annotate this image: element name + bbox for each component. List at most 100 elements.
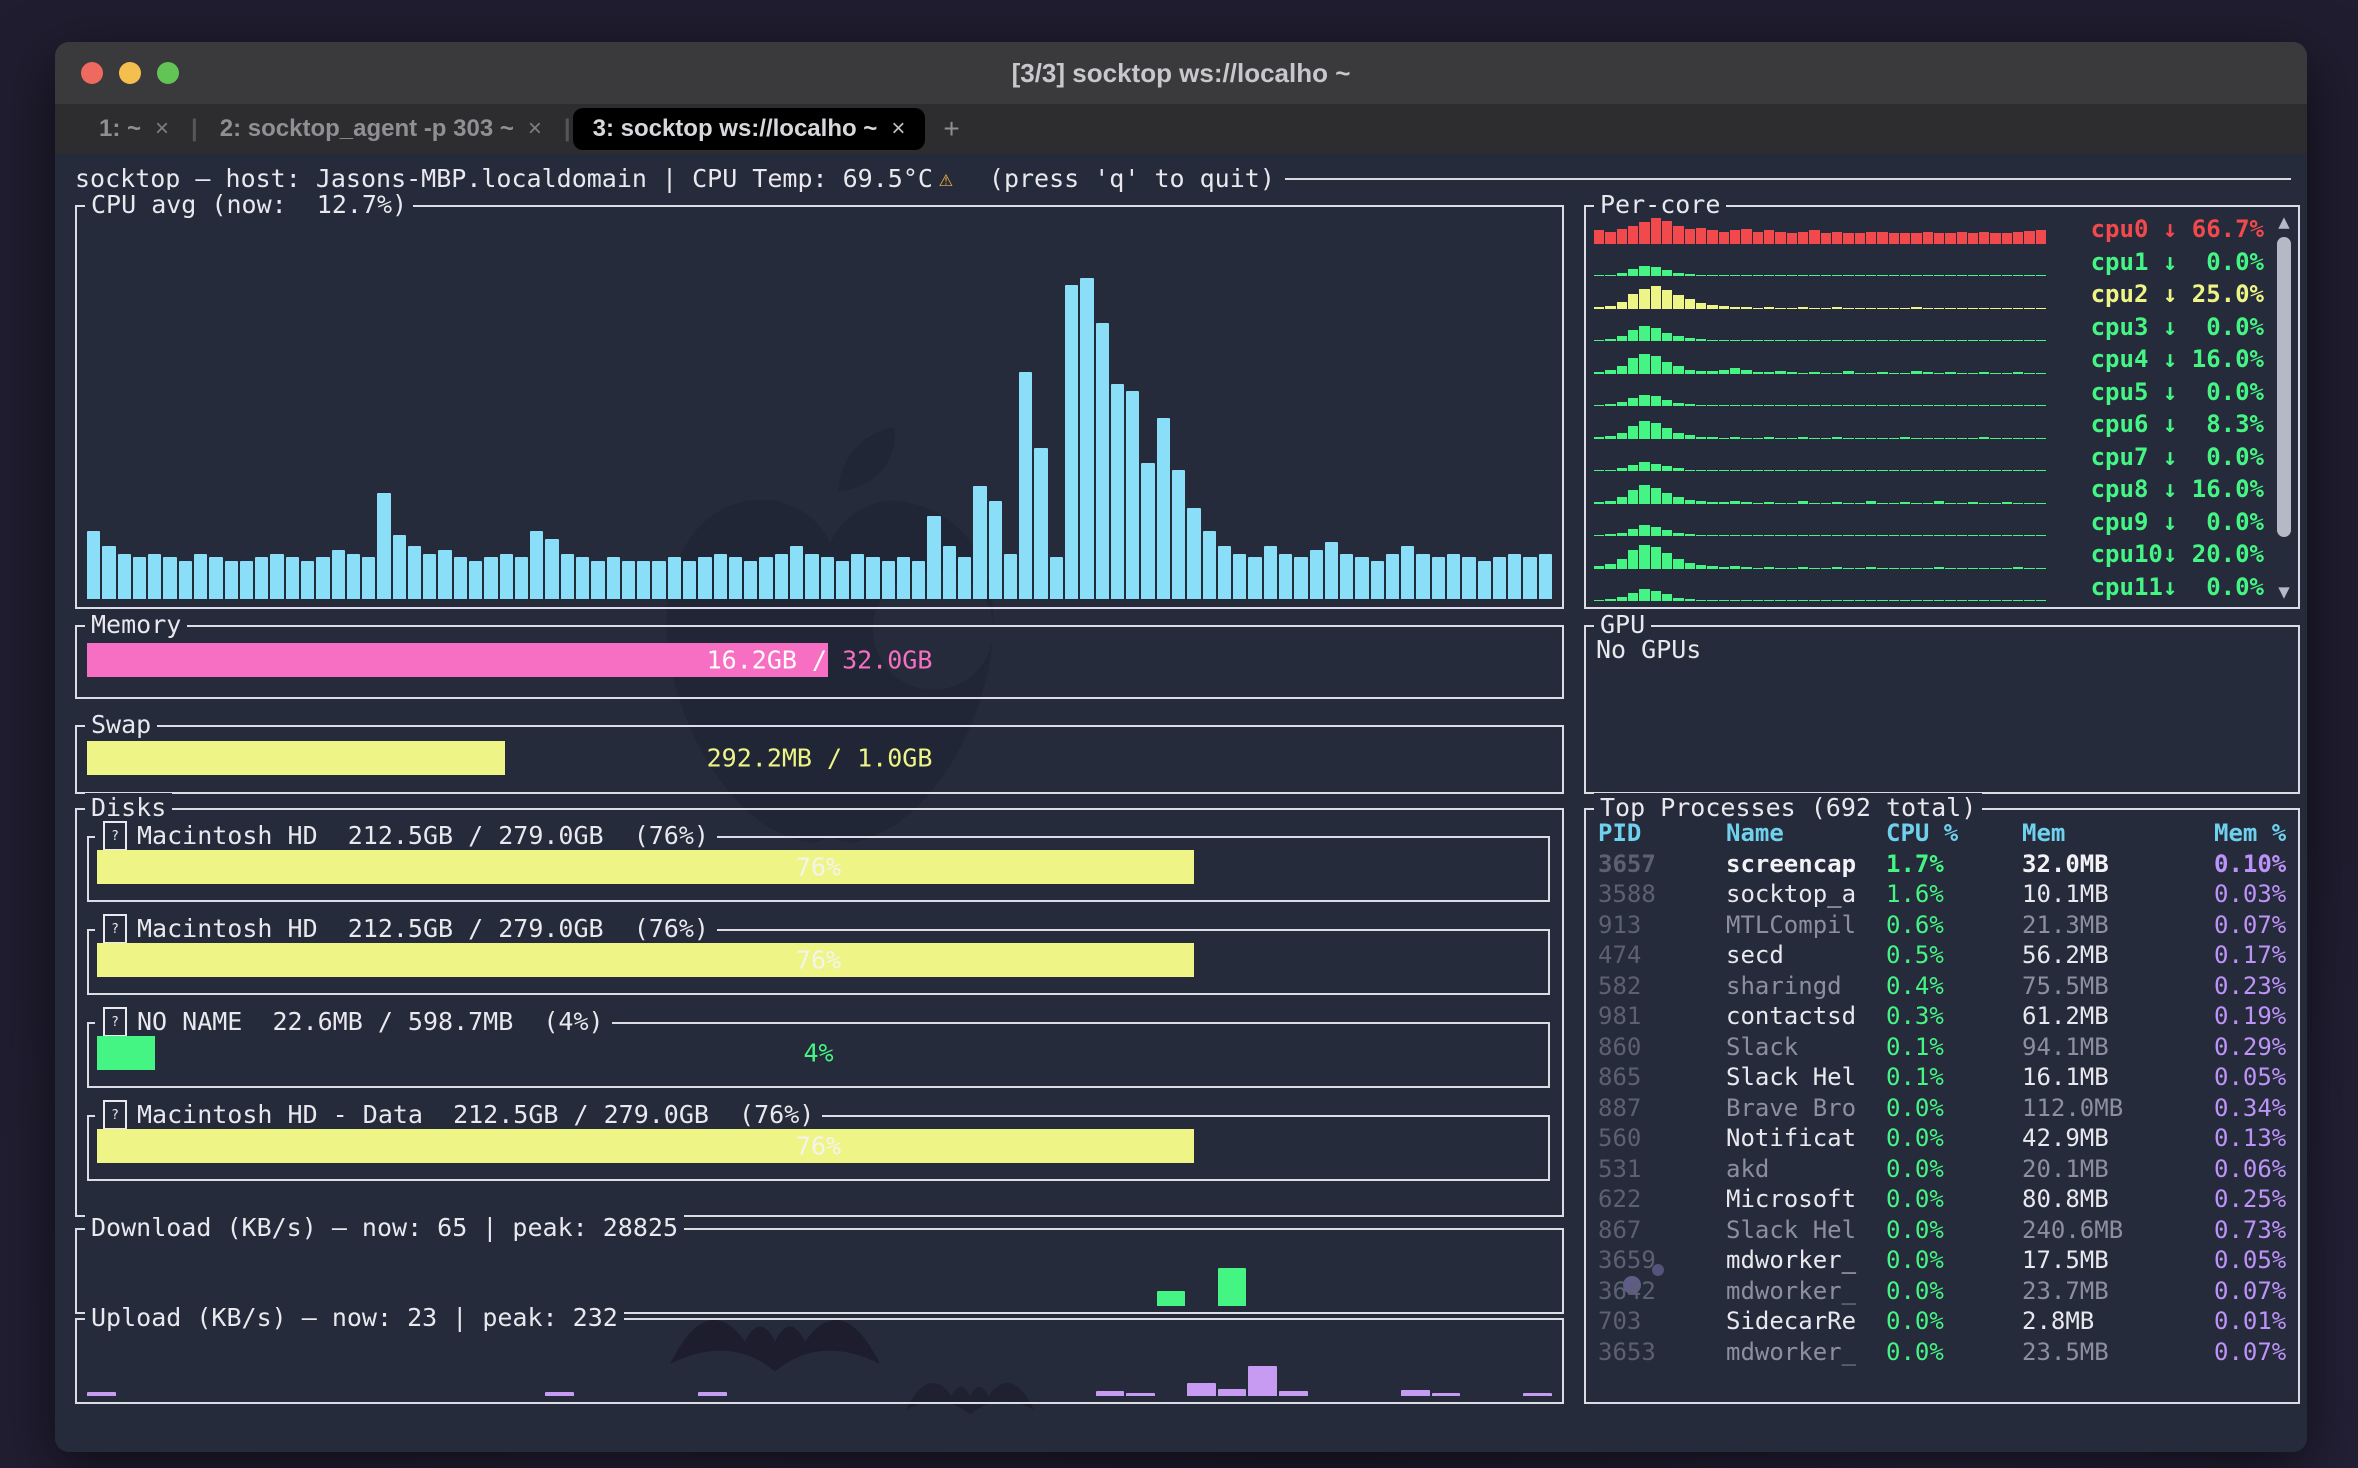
spark-bar [1775, 232, 1785, 244]
process-name: secd [1726, 941, 1886, 969]
top-processes-panel: Top Processes (692 total) PIDNameCPU %Me… [1584, 808, 2300, 1404]
spark-bar [1605, 404, 1615, 406]
bar [1050, 557, 1063, 599]
process-row[interactable]: 3588socktop_a1.6%10.1MB0.03% [1598, 879, 2290, 910]
process-row[interactable]: 560Notificat0.0%42.9MB0.13% [1598, 1123, 2290, 1154]
spark-bar [1594, 340, 1604, 341]
spark-bar [1968, 340, 1978, 341]
upload-panel-title: Upload (KB/s) — now: 23 | peak: 232 [85, 1303, 624, 1333]
spark-bar [1741, 229, 1751, 244]
process-row[interactable]: 531akd0.0%20.1MB0.06% [1598, 1154, 2290, 1185]
process-row[interactable]: 703SidecarRe0.0%2.8MB0.01% [1598, 1306, 2290, 1337]
close-window-button[interactable] [81, 62, 103, 84]
spark-bar [1605, 501, 1615, 504]
process-pid: 3659 [1598, 1246, 1726, 1274]
process-cpu: 0.3% [1886, 1002, 2022, 1030]
tab-label: 1: ~ [99, 115, 141, 143]
spark-bar [1651, 356, 1661, 373]
spark-bar [1821, 275, 1831, 276]
spark-bar [1764, 567, 1774, 569]
spark-bar [2024, 470, 2034, 471]
process-name: Slack Hel [1726, 1216, 1886, 1244]
process-row[interactable]: 3653mdworker_0.0%23.5MB0.07% [1598, 1337, 2290, 1368]
new-tab-button[interactable]: + [943, 113, 959, 145]
spark-bar [1662, 270, 1672, 276]
spark-bar [1787, 405, 1797, 406]
minimize-window-button[interactable] [119, 62, 141, 84]
process-row[interactable]: 860Slack0.1%94.1MB0.29% [1598, 1032, 2290, 1063]
spark-bar [1775, 405, 1785, 406]
core-label: cpu10↓ 20.0% [2091, 540, 2264, 568]
bar [500, 554, 513, 599]
process-row[interactable]: 622Microsoft0.0%80.8MB0.25% [1598, 1184, 2290, 1215]
process-row[interactable]: 474secd0.5%56.2MB0.17% [1598, 940, 2290, 971]
tab-1[interactable]: 1: ~ × [79, 108, 189, 150]
spark-bar [1911, 307, 1921, 308]
window-titlebar[interactable]: [3/3] socktop ws://localho ~ [55, 42, 2307, 104]
core-row-cpu10: cpu10↓ 20.0% [1594, 538, 2264, 571]
process-row[interactable]: 981contactsd0.3%61.2MB0.19% [1598, 1001, 2290, 1032]
process-row[interactable]: 3659mdworker_0.0%17.5MB0.05% [1598, 1245, 2290, 1276]
tab-2[interactable]: 2: socktop_agent -p 303 ~× [200, 108, 562, 150]
gpu-panel: GPU No GPUs [1584, 625, 2300, 794]
disk-gauge: 76% [97, 943, 1540, 977]
scroll-down-icon[interactable]: ▼ [2278, 581, 2289, 603]
process-row[interactable]: 913MTLCompil0.6%21.3MB0.07% [1598, 910, 2290, 941]
spark-bar [1696, 600, 1706, 601]
spark-bar [1730, 405, 1740, 406]
process-mem: 61.2MB [2022, 1002, 2214, 1030]
disk-box-3: ?NO NAME 22.6MB / 598.7MB (4%)4% [87, 1022, 1550, 1088]
spark-bar [1707, 566, 1717, 568]
process-pid: 913 [1598, 911, 1726, 939]
tab-3[interactable]: 3: socktop ws://localho ~× [573, 108, 926, 150]
bar [1004, 554, 1017, 599]
spark-bar [1719, 502, 1729, 503]
core-label: cpu9 ↓ 0.0% [2091, 508, 2264, 536]
spark-bar [1673, 366, 1683, 373]
spark-bar [2013, 232, 2023, 243]
col-mem: Mem [2022, 819, 2214, 847]
disks-panel: Disks ?Macintosh HD 212.5GB / 279.0GB (7… [75, 808, 1564, 1217]
process-row[interactable]: 887Brave Bro0.0%112.0MB0.34% [1598, 1093, 2290, 1124]
spark-bar [1730, 230, 1740, 243]
tab-close-icon[interactable]: × [891, 115, 905, 143]
tab-close-icon[interactable]: × [528, 115, 542, 143]
spark-bar [2002, 502, 2012, 504]
spark-bar [1809, 600, 1819, 601]
bar [545, 1392, 574, 1396]
core-sparkline [1594, 315, 2046, 342]
spark-bar [1979, 535, 1989, 536]
process-row[interactable]: 867Slack Hel0.0%240.6MB0.73% [1598, 1215, 2290, 1246]
process-row[interactable]: 3642mdworker_0.0%23.7MB0.07% [1598, 1276, 2290, 1307]
process-mempct: 0.07% [2214, 1338, 2290, 1366]
tab-close-icon[interactable]: × [155, 115, 169, 143]
spark-bar [1787, 470, 1797, 471]
spark-bar [1673, 403, 1683, 406]
process-mempct: 0.19% [2214, 1002, 2290, 1030]
disk-gauge-label: 4% [97, 1039, 1540, 1068]
spark-bar [1662, 530, 1672, 536]
spark-bar [1990, 470, 2000, 471]
spark-bar [1832, 373, 1842, 374]
process-cpu: 0.4% [1886, 972, 2022, 1000]
process-row[interactable]: 865Slack Hel0.1%16.1MB0.05% [1598, 1062, 2290, 1093]
zoom-window-button[interactable] [157, 62, 179, 84]
spark-bar [1707, 405, 1717, 406]
window-title: [3/3] socktop ws://localho ~ [1012, 58, 1351, 89]
memory-panel-title: Memory [85, 610, 187, 640]
scrollbar-track[interactable] [2277, 233, 2291, 581]
scrollbar-thumb[interactable] [2277, 237, 2291, 537]
spark-bar [1741, 470, 1751, 471]
per-core-scrollbar[interactable]: ▲ ▼ [2273, 211, 2295, 603]
bar [332, 550, 345, 599]
process-row[interactable]: 3657screencap1.7%32.0MB0.10% [1598, 849, 2290, 880]
spark-bar [1866, 373, 1876, 374]
scroll-up-icon[interactable]: ▲ [2278, 211, 2289, 233]
spark-bar [1990, 308, 2000, 309]
spark-bar [1866, 535, 1876, 536]
spark-bar [1605, 599, 1615, 601]
process-row[interactable]: 582sharingd0.4%75.5MB0.23% [1598, 971, 2290, 1002]
memory-gauge-text: 16.2GB / 32.0GB [87, 646, 1552, 675]
bar [1248, 557, 1261, 599]
spark-bar [2002, 568, 2012, 569]
